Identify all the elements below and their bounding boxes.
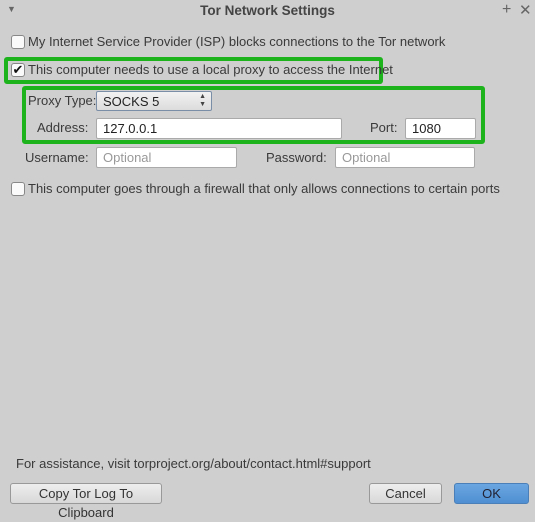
proxy-type-value: SOCKS 5 xyxy=(103,94,160,109)
proxy-checkbox-label[interactable]: This computer needs to use a local proxy… xyxy=(28,62,393,77)
copy-log-button[interactable]: Copy Tor Log To Clipboard xyxy=(10,483,162,520)
address-label: Address: xyxy=(37,120,89,135)
isp-checkbox[interactable] xyxy=(11,35,25,49)
firewall-checkbox-label[interactable]: This computer goes through a firewall th… xyxy=(28,181,500,196)
username-label: Username: xyxy=(25,150,89,165)
check-icon: ✔ xyxy=(12,62,24,77)
assistance-text: For assistance, visit torproject.org/abo… xyxy=(16,456,371,471)
password-input[interactable]: Optional xyxy=(335,147,475,168)
cancel-button[interactable]: Cancel xyxy=(369,483,442,504)
address-input[interactable]: 127.0.0.1 xyxy=(96,118,342,139)
spinner-arrows-icon: ▲ ▼ xyxy=(199,93,206,108)
window-title: Tor Network Settings xyxy=(200,3,335,18)
port-input[interactable]: 1080 xyxy=(405,118,476,139)
isp-checkbox-label[interactable]: My Internet Service Provider (ISP) block… xyxy=(28,34,445,49)
username-input[interactable]: Optional xyxy=(96,147,237,168)
proxy-type-label: Proxy Type: xyxy=(28,93,97,108)
proxy-checkbox[interactable]: ✔ xyxy=(11,63,25,77)
close-icon[interactable]: ✕ xyxy=(519,1,532,19)
port-label: Port: xyxy=(370,120,398,135)
proxy-type-select[interactable]: SOCKS 5 ▲ ▼ xyxy=(96,91,212,111)
maximize-icon[interactable]: + xyxy=(502,1,511,19)
firewall-checkbox[interactable] xyxy=(11,182,25,196)
ok-button[interactable]: OK xyxy=(454,483,529,504)
password-label: Password: xyxy=(266,150,327,165)
